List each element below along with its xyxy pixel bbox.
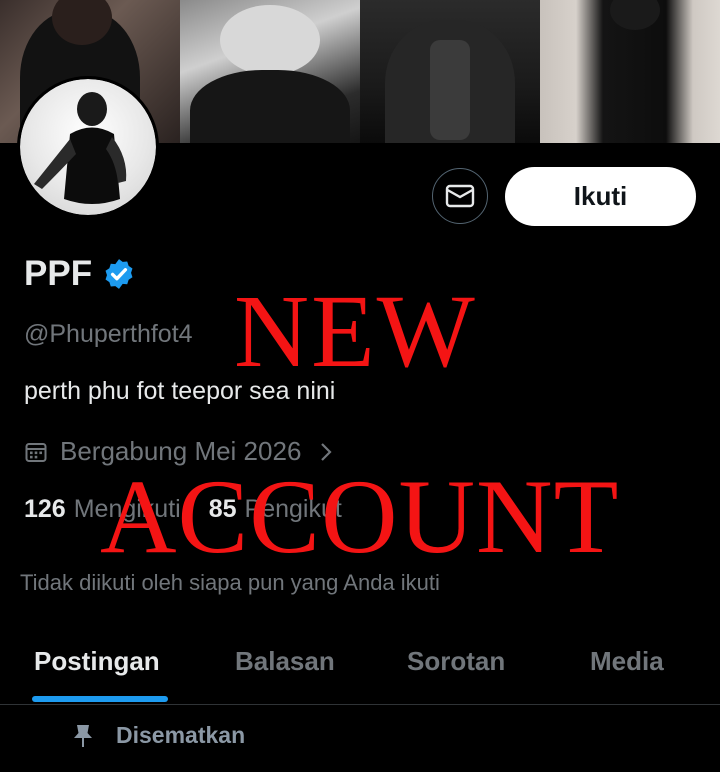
envelope-icon (445, 184, 475, 208)
follow-button[interactable]: Ikuti (505, 167, 696, 226)
banner-photo-3 (360, 0, 540, 143)
message-button[interactable] (432, 168, 488, 224)
display-name: PPF (24, 254, 93, 293)
active-tab-indicator (32, 696, 168, 702)
pinned-header: Disematkan (72, 722, 245, 749)
tab-balasan[interactable]: Balasan (235, 646, 335, 677)
banner-photo-2 (180, 0, 360, 143)
tab-media[interactable]: Media (590, 646, 664, 677)
profile-tabs: Postingan Balasan Sorotan Media (0, 620, 720, 705)
calendar-icon (25, 442, 47, 462)
tab-postingan[interactable]: Postingan (34, 646, 160, 677)
tab-sorotan[interactable]: Sorotan (407, 646, 505, 677)
pinned-label: Disematkan (116, 722, 246, 748)
avatar[interactable] (17, 76, 159, 218)
overlay-text-account: ACCOUNT (100, 458, 620, 575)
banner-photo-4 (540, 0, 720, 143)
pin-icon (74, 724, 92, 747)
verified-badge-icon (105, 259, 133, 289)
name-row: PPF (24, 254, 136, 294)
overlay-text-new: NEW (234, 274, 477, 389)
avatar-photo (20, 79, 156, 215)
profile-handle: @Phuperthfot4 (24, 320, 193, 348)
following-count: 126 (24, 495, 66, 523)
